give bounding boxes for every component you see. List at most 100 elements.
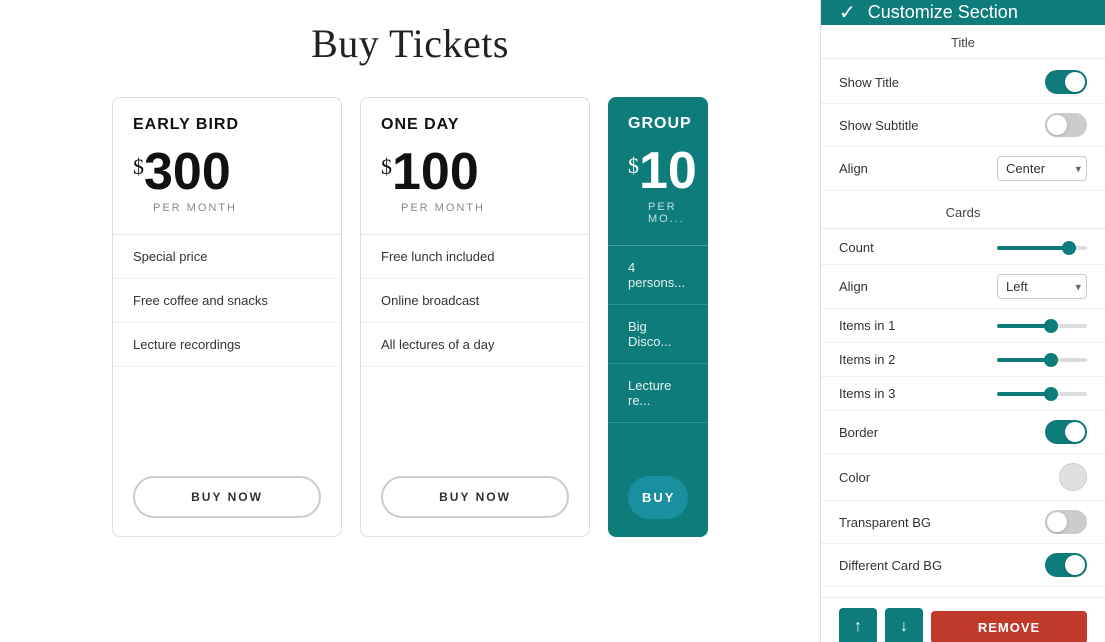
- card-name: GROUP: [628, 115, 688, 133]
- show-title-row: Show Title: [821, 61, 1105, 104]
- toggle-slider: [1045, 510, 1087, 534]
- move-up-button[interactable]: ↑: [839, 608, 877, 642]
- count-row: Count: [821, 231, 1105, 265]
- card-price: $ 100: [381, 146, 569, 198]
- card-price: $ 300: [133, 146, 321, 198]
- check-icon: ✓: [839, 0, 856, 25]
- section-label-cards: Cards: [821, 195, 1105, 229]
- feature-item: Special price: [113, 235, 341, 279]
- right-panel: ✓ Customize Section Title Show Title Sho…: [820, 0, 1105, 642]
- slider-track: [997, 246, 1087, 250]
- align-cards-label: Align: [839, 279, 868, 294]
- panel-title: Customize Section: [868, 2, 1018, 23]
- different-card-bg-row: Different Card BG: [821, 544, 1105, 587]
- items-in-2-row: Items in 2: [821, 343, 1105, 377]
- card-header: ONE DAY $ 100 PER MONTH: [361, 98, 589, 234]
- buy-button[interactable]: BUY NOW: [381, 476, 569, 518]
- items-in-3-slider[interactable]: [997, 392, 1087, 396]
- items-in-3-row: Items in 3: [821, 377, 1105, 411]
- align-title-select[interactable]: Left Center Right: [997, 156, 1087, 181]
- slider-track: [997, 358, 1087, 362]
- feature-item: Lecture re...: [608, 364, 708, 423]
- show-title-toggle[interactable]: [1045, 70, 1087, 94]
- different-card-bg-toggle[interactable]: [1045, 553, 1087, 577]
- border-row: Border: [821, 411, 1105, 454]
- count-slider[interactable]: [997, 246, 1087, 250]
- align-cards-row: Align Left Center Right: [821, 265, 1105, 309]
- feature-item: 4 persons...: [608, 246, 708, 305]
- panel-header: ✓ Customize Section: [821, 0, 1105, 25]
- different-card-bg-label: Different Card BG: [839, 558, 942, 573]
- color-label: Color: [839, 470, 870, 485]
- items-in-2-slider[interactable]: [997, 358, 1087, 362]
- border-toggle[interactable]: [1045, 420, 1087, 444]
- items-in-1-slider[interactable]: [997, 324, 1087, 328]
- color-row: Color: [821, 454, 1105, 501]
- move-down-button[interactable]: ↓: [885, 608, 923, 642]
- feature-item: Free lunch included: [361, 235, 589, 279]
- main-content: Buy Tickets EARLY BIRD $ 300 PER MONTH S…: [0, 0, 820, 642]
- remove-button[interactable]: REMOVE: [931, 611, 1087, 642]
- card-name: EARLY BIRD: [133, 116, 321, 134]
- card-features: 4 persons... Big Disco... Lecture re...: [608, 246, 708, 458]
- group-card: GROUP $ 10 PER MO... 4 persons... Big Di…: [608, 97, 708, 537]
- card-features: Special price Free coffee and snacks Lec…: [113, 235, 341, 458]
- price-amount: 100: [392, 146, 479, 198]
- color-picker[interactable]: [1059, 463, 1087, 491]
- slider-fill: [997, 392, 1051, 396]
- border-label: Border: [839, 425, 878, 440]
- align-title-label: Align: [839, 161, 868, 176]
- feature-item: All lectures of a day: [361, 323, 589, 367]
- align-cards-select[interactable]: Left Center Right: [997, 274, 1087, 299]
- card-footer: BUY NOW: [361, 458, 589, 536]
- panel-bottom: ↑ ↓ REMOVE: [821, 597, 1105, 642]
- price-period: PER MONTH: [381, 202, 569, 214]
- card-name: ONE DAY: [381, 116, 569, 134]
- toggle-slider: [1045, 420, 1087, 444]
- slider-fill: [997, 324, 1051, 328]
- slider-thumb[interactable]: [1062, 241, 1076, 255]
- slider-thumb[interactable]: [1044, 319, 1058, 333]
- toggle-knob: [1065, 72, 1085, 92]
- section-label-title: Title: [821, 25, 1105, 59]
- align-title-row: Align Left Center Right: [821, 147, 1105, 191]
- toggle-slider: [1045, 553, 1087, 577]
- toggle-knob: [1047, 512, 1067, 532]
- items-in-1-label: Items in 1: [839, 318, 895, 333]
- cards-container: EARLY BIRD $ 300 PER MONTH Special price…: [40, 97, 780, 537]
- show-subtitle-row: Show Subtitle: [821, 104, 1105, 147]
- one-day-card: ONE DAY $ 100 PER MONTH Free lunch inclu…: [360, 97, 590, 537]
- slider-track: [997, 392, 1087, 396]
- align-title-select-wrapper: Left Center Right: [997, 156, 1087, 181]
- buy-button[interactable]: BUY NOW: [133, 476, 321, 518]
- page-title: Buy Tickets: [311, 20, 509, 67]
- transparent-bg-label: Transparent BG: [839, 515, 931, 530]
- card-footer: BUY NOW: [113, 458, 341, 536]
- price-amount: 300: [144, 146, 231, 198]
- card-header: GROUP $ 10 PER MO...: [608, 97, 708, 245]
- price-dollar: $: [628, 153, 639, 179]
- card-features: Free lunch included Online broadcast All…: [361, 235, 589, 458]
- toggle-slider: [1045, 70, 1087, 94]
- toggle-knob: [1065, 422, 1085, 442]
- price-dollar: $: [133, 154, 144, 180]
- transparent-bg-toggle[interactable]: [1045, 510, 1087, 534]
- count-label: Count: [839, 240, 874, 255]
- items-in-1-row: Items in 1: [821, 309, 1105, 343]
- align-cards-select-wrapper: Left Center Right: [997, 274, 1087, 299]
- card-price: $ 10: [628, 145, 688, 197]
- slider-thumb[interactable]: [1044, 353, 1058, 367]
- show-subtitle-label: Show Subtitle: [839, 118, 919, 133]
- slider-thumb[interactable]: [1044, 387, 1058, 401]
- card-footer: BUY: [608, 458, 708, 537]
- slider-track: [997, 324, 1087, 328]
- early-bird-card: EARLY BIRD $ 300 PER MONTH Special price…: [112, 97, 342, 537]
- toggle-slider: [1045, 113, 1087, 137]
- buy-button[interactable]: BUY: [628, 476, 688, 519]
- price-period: PER MONTH: [133, 202, 321, 214]
- toggle-knob: [1047, 115, 1067, 135]
- feature-item: Online broadcast: [361, 279, 589, 323]
- show-title-label: Show Title: [839, 75, 899, 90]
- show-subtitle-toggle[interactable]: [1045, 113, 1087, 137]
- price-dollar: $: [381, 154, 392, 180]
